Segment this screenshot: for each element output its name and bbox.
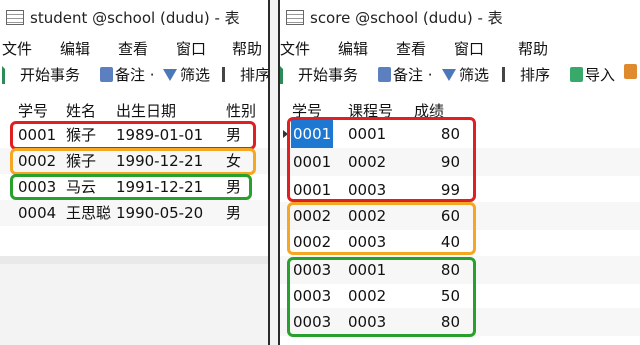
export-button[interactable] bbox=[624, 64, 639, 79]
menu-file[interactable]: 文件 bbox=[280, 38, 310, 59]
sort-icon bbox=[502, 67, 518, 82]
filter-label: 筛选 bbox=[180, 66, 211, 84]
menu-window[interactable]: 窗口 bbox=[454, 38, 484, 59]
highlight-box-red bbox=[287, 117, 476, 202]
cell-student-id[interactable]: 0004 bbox=[18, 200, 56, 226]
menu-edit[interactable]: 编辑 bbox=[60, 38, 90, 59]
cell-name[interactable]: 王思聪 bbox=[66, 200, 111, 226]
sort-button[interactable]: 排序 bbox=[502, 64, 550, 85]
column-header[interactable]: 学号 bbox=[18, 100, 48, 121]
score-table-window: score @school (dudu) - 表 文件 编辑 查看 窗口 帮助 … bbox=[278, 0, 640, 345]
begin-transaction-label: 开始事务 bbox=[20, 66, 81, 84]
column-header[interactable]: 姓名 bbox=[66, 100, 96, 121]
import-label: 导入 bbox=[585, 66, 616, 84]
begin-transaction-button[interactable]: 开始事务 bbox=[280, 64, 358, 85]
window-gap bbox=[270, 0, 278, 345]
note-icon bbox=[378, 67, 391, 82]
highlight-box-red bbox=[10, 121, 256, 150]
filter-label: 筛选 bbox=[459, 66, 490, 84]
menu-view[interactable]: 查看 bbox=[396, 38, 426, 59]
horizontal-scrollbar[interactable] bbox=[0, 256, 268, 264]
sort-label: 排序 bbox=[520, 66, 551, 84]
highlight-box-green bbox=[10, 174, 252, 200]
student-table-window: student @school (dudu) - 表 文件 编辑 查看 窗口 帮… bbox=[0, 0, 270, 345]
sort-icon bbox=[222, 67, 238, 82]
table-icon bbox=[286, 9, 304, 25]
column-header[interactable]: 出生日期 bbox=[116, 100, 176, 121]
title-bar: student @school (dudu) - 表 bbox=[0, 0, 268, 34]
export-icon bbox=[624, 64, 637, 79]
note-button[interactable]: 备注 · bbox=[100, 64, 155, 85]
begin-transaction-label: 开始事务 bbox=[298, 66, 359, 84]
toolbar: 开始事务 备注 · 筛选 排序 导入 bbox=[280, 62, 640, 88]
sort-label: 排序 bbox=[240, 66, 270, 84]
import-icon bbox=[570, 67, 583, 82]
title-bar: score @school (dudu) - 表 bbox=[280, 0, 640, 34]
note-label: 备注 · bbox=[393, 66, 433, 84]
menu-help[interactable]: 帮助 bbox=[518, 38, 548, 59]
filter-icon bbox=[442, 68, 456, 81]
menu-help[interactable]: 帮助 bbox=[232, 38, 262, 59]
cell-birthdate[interactable]: 1990-05-20 bbox=[116, 200, 203, 226]
window-background bbox=[0, 264, 268, 345]
table-row[interactable]: 0004 王思聪 1990-05-20 男 bbox=[0, 200, 268, 226]
menu-edit[interactable]: 编辑 bbox=[338, 38, 368, 59]
table-icon bbox=[6, 9, 24, 25]
highlight-box-orange bbox=[10, 148, 256, 175]
begin-transaction-icon bbox=[280, 65, 296, 84]
filter-button[interactable]: 筛选 bbox=[163, 64, 210, 85]
note-icon bbox=[100, 67, 113, 82]
import-button[interactable]: 导入 bbox=[570, 64, 615, 85]
filter-icon bbox=[163, 68, 177, 81]
menu-file[interactable]: 文件 bbox=[2, 38, 32, 59]
grid-header: 学号 姓名 出生日期 性别 bbox=[0, 100, 268, 122]
begin-transaction-button[interactable]: 开始事务 bbox=[2, 64, 80, 85]
filter-button[interactable]: 筛选 bbox=[442, 64, 489, 85]
cell-gender[interactable]: 男 bbox=[226, 200, 241, 226]
toolbar: 开始事务 备注 · 筛选 排序 bbox=[0, 62, 268, 88]
note-button[interactable]: 备注 · bbox=[378, 64, 433, 85]
sort-button[interactable]: 排序 bbox=[222, 64, 270, 85]
window-title: student @school (dudu) - 表 bbox=[30, 8, 240, 27]
begin-transaction-icon bbox=[2, 65, 18, 84]
menu-bar: 文件 编辑 查看 窗口 帮助 bbox=[0, 38, 268, 60]
menu-window[interactable]: 窗口 bbox=[176, 38, 206, 59]
highlight-box-green bbox=[287, 257, 476, 337]
menu-bar: 文件 编辑 查看 窗口 帮助 bbox=[280, 38, 640, 60]
note-label: 备注 · bbox=[115, 66, 155, 84]
window-title: score @school (dudu) - 表 bbox=[310, 8, 503, 27]
highlight-box-orange bbox=[287, 202, 476, 255]
menu-view[interactable]: 查看 bbox=[118, 38, 148, 59]
column-header[interactable]: 性别 bbox=[226, 100, 256, 121]
